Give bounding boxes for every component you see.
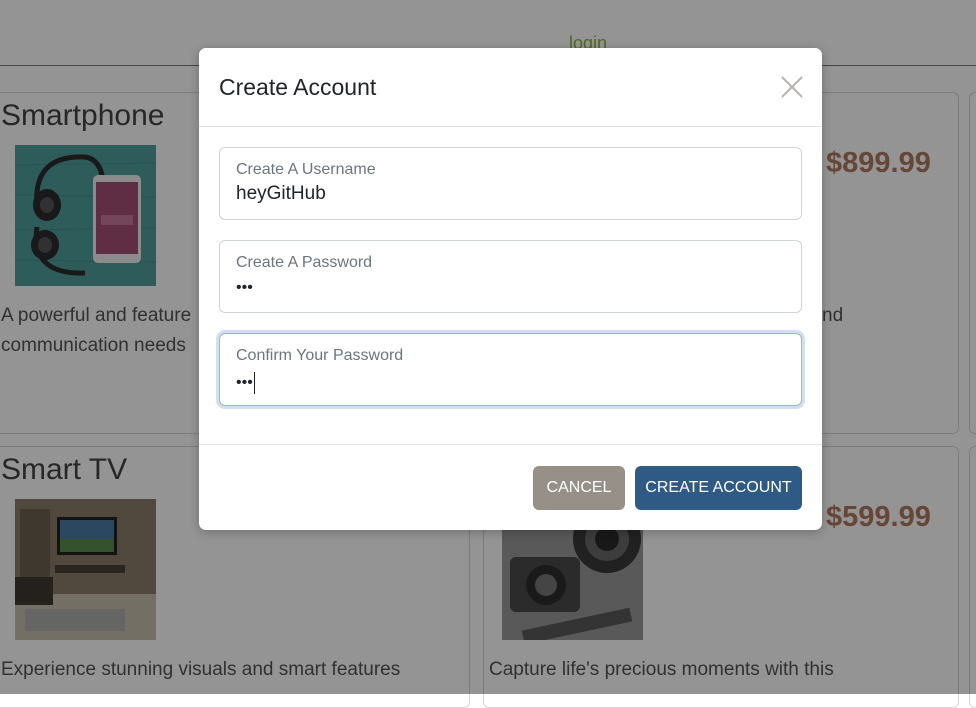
close-icon	[781, 76, 803, 98]
username-input[interactable]: heyGitHub	[236, 183, 326, 205]
confirm-password-value: •••	[236, 374, 253, 392]
confirm-password-input[interactable]: •••	[236, 372, 255, 394]
username-field[interactable]: Create A Username heyGitHub	[219, 147, 802, 220]
modal-header: Create Account	[199, 48, 822, 127]
username-label: Create A Username	[236, 161, 376, 178]
create-account-button[interactable]: CREATE ACCOUNT	[635, 466, 802, 510]
password-input[interactable]: •••	[236, 279, 253, 297]
close-button[interactable]	[777, 72, 807, 102]
modal-title: Create Account	[219, 74, 377, 100]
confirm-password-label: Confirm Your Password	[236, 347, 404, 364]
modal-footer: CANCEL CREATE ACCOUNT	[199, 444, 822, 531]
text-caret	[253, 372, 255, 394]
confirm-password-field[interactable]: Confirm Your Password •••	[219, 333, 802, 406]
password-field[interactable]: Create A Password •••	[219, 240, 802, 313]
password-label: Create A Password	[236, 254, 373, 271]
create-account-modal: Create Account Create A Username heyGitH…	[199, 48, 822, 530]
cancel-button[interactable]: CANCEL	[533, 466, 625, 510]
